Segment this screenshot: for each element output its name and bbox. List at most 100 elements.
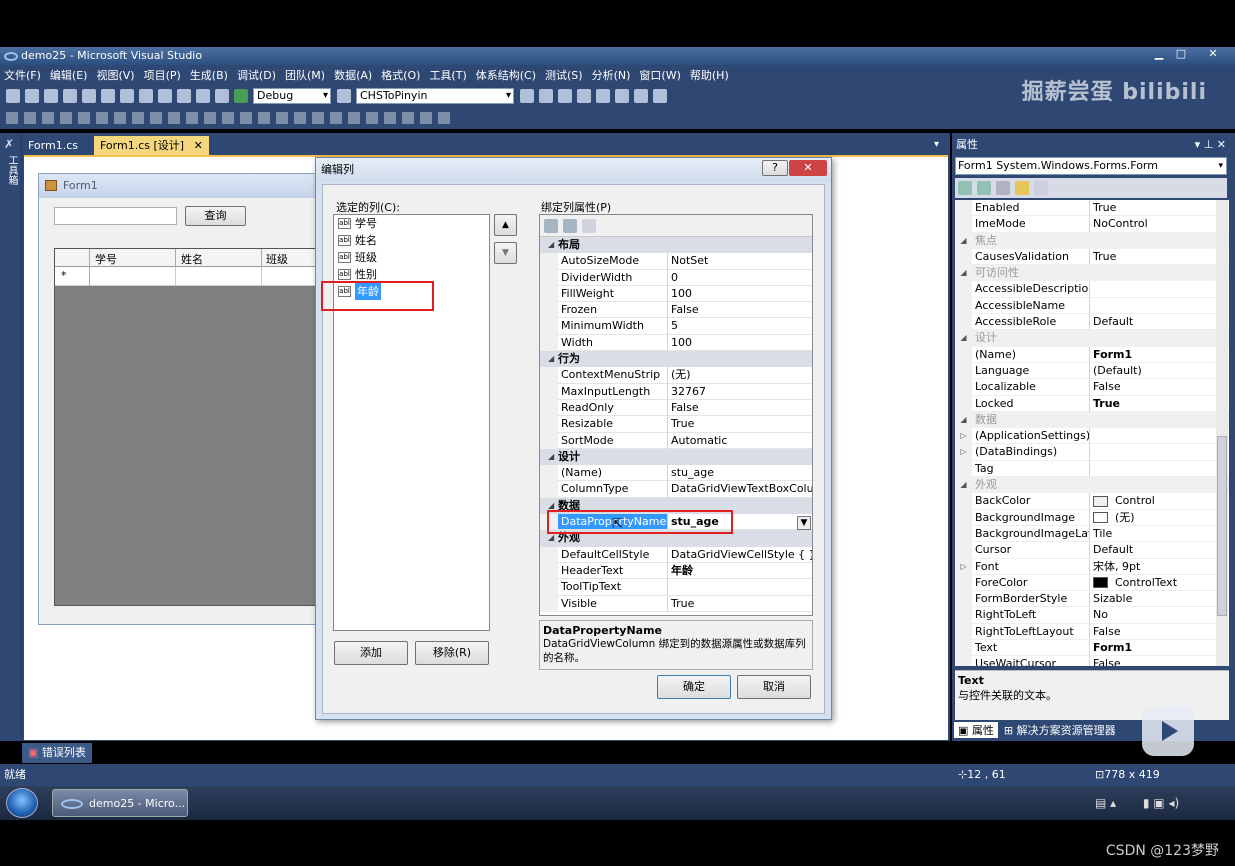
- property-row[interactable]: ToolTipText: [540, 579, 812, 596]
- search-textbox[interactable]: [54, 207, 177, 225]
- collapse-arrow-icon[interactable]: ◢: [955, 233, 972, 249]
- property-value[interactable]: (Default): [1090, 363, 1229, 380]
- save-all-icon[interactable]: [82, 89, 96, 103]
- error-list-tab[interactable]: ▣ 错误列表: [22, 743, 92, 763]
- property-row[interactable]: DividerWidth 0: [540, 269, 812, 286]
- tab-order-icon[interactable]: [420, 112, 432, 124]
- menu-item[interactable]: 帮助(H): [690, 67, 729, 83]
- column-list-item[interactable]: abl 姓名: [334, 232, 489, 249]
- align-bottoms-icon[interactable]: [114, 112, 126, 124]
- vspace-dec-icon[interactable]: [312, 112, 324, 124]
- property-value[interactable]: Default: [1090, 542, 1229, 559]
- property-value[interactable]: [668, 579, 812, 596]
- vspace-remove-icon[interactable]: [330, 112, 342, 124]
- property-row[interactable]: MaxInputLength 32767: [540, 383, 812, 400]
- property-row[interactable]: AccessibleDescription: [955, 281, 1229, 298]
- dialog-close-button[interactable]: ✕: [789, 160, 827, 176]
- menu-item[interactable]: 文件(F): [4, 67, 41, 83]
- property-value[interactable]: True: [1090, 249, 1229, 266]
- property-value[interactable]: Control: [1090, 493, 1229, 510]
- collapse-arrow-icon[interactable]: ◢: [548, 449, 558, 465]
- property-value[interactable]: Tile: [1090, 526, 1229, 543]
- categorized-icon[interactable]: [544, 218, 558, 233]
- property-value[interactable]: 100: [668, 286, 812, 303]
- menu-item[interactable]: 生成(B): [190, 67, 228, 83]
- toolbox-icon[interactable]: [596, 89, 610, 103]
- property-category[interactable]: ◢ 焦点: [955, 232, 1229, 249]
- align-centers-icon[interactable]: [42, 112, 54, 124]
- property-value[interactable]: False: [1090, 624, 1229, 641]
- property-row[interactable]: DefaultCellStyle DataGridViewCellStyle { …: [540, 546, 812, 563]
- property-value[interactable]: ControlText: [1090, 575, 1229, 592]
- property-pages-icon[interactable]: [1034, 181, 1048, 195]
- add-column-button[interactable]: 添加: [334, 641, 408, 665]
- move-up-button[interactable]: ▲: [494, 214, 517, 236]
- vspace-equal-icon[interactable]: [276, 112, 288, 124]
- menu-item[interactable]: 团队(M): [285, 67, 325, 83]
- column-property-grid[interactable]: ◢ 布局 AutoSizeMode NotSet DividerWidth 0 FillWe…: [539, 214, 813, 616]
- center-h-icon[interactable]: [348, 112, 360, 124]
- taskbar-vs-item[interactable]: demo25 - Micro...: [52, 789, 188, 817]
- object-browser-icon[interactable]: [577, 89, 591, 103]
- property-row[interactable]: BackgroundImageLayoutTile: [955, 525, 1229, 543]
- property-value[interactable]: [1090, 444, 1229, 461]
- properties-icon[interactable]: [558, 89, 572, 103]
- property-row[interactable]: RightToLeft No: [955, 607, 1229, 624]
- property-row[interactable]: Frozen False: [540, 302, 812, 319]
- hspace-equal-icon[interactable]: [204, 112, 216, 124]
- property-value[interactable]: 宋体, 9pt: [1090, 559, 1229, 575]
- vspace-inc-icon[interactable]: [294, 112, 306, 124]
- property-row[interactable]: Resizable True: [540, 416, 812, 433]
- property-row[interactable]: Width 100: [540, 334, 812, 352]
- menu-item[interactable]: 体系结构(C): [476, 67, 536, 83]
- property-value[interactable]: DataGridViewCellStyle { }: [668, 547, 812, 563]
- column-list-item[interactable]: abl 班级: [334, 249, 489, 266]
- property-row[interactable]: ContextMenuStrip (无): [540, 367, 812, 384]
- align-middles-icon[interactable]: [96, 112, 108, 124]
- solution-explorer-icon[interactable]: [539, 89, 553, 103]
- property-value[interactable]: True: [1090, 396, 1229, 412]
- same-height-icon[interactable]: [150, 112, 162, 124]
- property-row[interactable]: FormBorderStyle Sizable: [955, 591, 1229, 608]
- property-row[interactable]: Language (Default): [955, 362, 1229, 380]
- property-row[interactable]: Cursor Default: [955, 542, 1229, 559]
- align-tops-icon[interactable]: [78, 112, 90, 124]
- cut-icon[interactable]: [101, 89, 115, 103]
- property-row[interactable]: ▷ (DataBindings): [955, 444, 1229, 461]
- menu-item[interactable]: 项目(P): [144, 67, 181, 83]
- property-value[interactable]: [1090, 428, 1229, 445]
- property-value[interactable]: 100: [668, 335, 812, 352]
- property-value[interactable]: stu_age: [668, 465, 812, 482]
- property-value[interactable]: False: [668, 400, 812, 417]
- collapse-arrow-icon[interactable]: ◢: [548, 237, 558, 253]
- collapse-arrow-icon[interactable]: ◢: [955, 412, 972, 428]
- properties-grid[interactable]: Enabled True ImeMode NoControl ◢ 焦点 CausesVali…: [955, 200, 1229, 666]
- tab-solution-explorer[interactable]: ⊞ 解决方案资源管理器: [998, 722, 1122, 738]
- new-project-icon[interactable]: [6, 89, 20, 103]
- navigate-icon[interactable]: [196, 89, 210, 103]
- center-v-icon[interactable]: [366, 112, 378, 124]
- cancel-button[interactable]: 取消: [737, 675, 811, 699]
- property-value[interactable]: DataGridViewTextBoxColumn: [668, 481, 812, 498]
- property-category[interactable]: ◢ 布局: [540, 237, 812, 254]
- property-value[interactable]: [1090, 298, 1229, 315]
- toolbox-label[interactable]: 工具箱: [4, 155, 19, 185]
- collapse-arrow-icon[interactable]: ◢: [548, 351, 558, 367]
- expand-arrow-icon[interactable]: ▷: [955, 428, 972, 445]
- send-back-icon[interactable]: [402, 112, 414, 124]
- property-row[interactable]: Visible True: [540, 595, 812, 612]
- collapse-arrow-icon[interactable]: ◢: [955, 265, 972, 281]
- menu-item[interactable]: 视图(V): [96, 67, 134, 83]
- property-row[interactable]: Locked True: [955, 395, 1229, 412]
- property-value[interactable]: False: [1090, 656, 1229, 666]
- property-value[interactable]: [1090, 281, 1229, 298]
- align-lefts-icon[interactable]: [24, 112, 36, 124]
- tab-dropdown-icon[interactable]: ▾: [934, 139, 939, 150]
- property-value[interactable]: 年龄: [668, 563, 812, 580]
- property-row[interactable]: Enabled True: [955, 200, 1229, 217]
- grid-header-col[interactable]: 学号: [95, 251, 117, 267]
- property-row[interactable]: ColumnTypeDataGridViewTextBoxColumn: [540, 481, 812, 498]
- property-row[interactable]: ForeColor ControlText: [955, 574, 1229, 592]
- properties-window-controls[interactable]: ▾ ⊥ ✕: [1195, 136, 1226, 154]
- start-debug-icon[interactable]: [234, 89, 248, 103]
